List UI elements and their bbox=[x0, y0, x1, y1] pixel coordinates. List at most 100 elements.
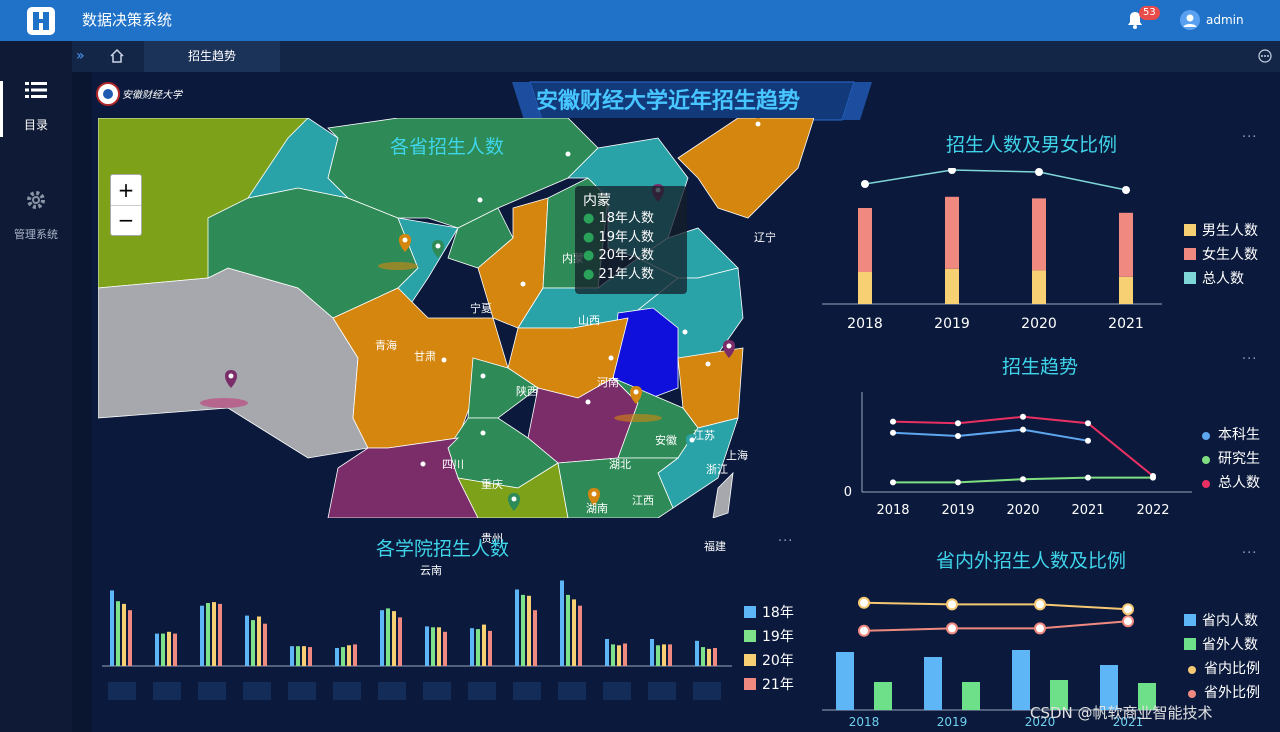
notification-badge: 53 bbox=[1139, 6, 1160, 20]
x-tick-label-blur bbox=[468, 682, 496, 700]
bar-female bbox=[1119, 212, 1133, 277]
map-label: 湖南 bbox=[586, 502, 608, 515]
legend-label: 省内人数 bbox=[1202, 613, 1258, 629]
app-logo-icon bbox=[27, 7, 55, 35]
map-pin-dot bbox=[591, 491, 597, 497]
legend-item[interactable]: 研究生 bbox=[1198, 448, 1260, 468]
point bbox=[1020, 413, 1026, 420]
map-pin-dot bbox=[402, 237, 408, 243]
bar-college bbox=[482, 624, 486, 666]
map-label: 青海 bbox=[375, 339, 397, 352]
chevron-right-icon[interactable]: » bbox=[76, 48, 85, 64]
app-root: 数据决策系统 53 admin 目录 管理系统 » 招生趋势 安徽财经大学近年招… bbox=[0, 0, 1280, 732]
point bbox=[955, 433, 961, 439]
legend-item[interactable]: 21年 bbox=[744, 674, 794, 694]
legend-item[interactable]: 省内人数 bbox=[1184, 610, 1258, 630]
map-glow-qinghai bbox=[378, 262, 418, 270]
username[interactable]: admin bbox=[1206, 13, 1244, 27]
legend-item[interactable]: 总人数 bbox=[1198, 472, 1260, 492]
point bbox=[1034, 598, 1046, 611]
map-pin-dot bbox=[705, 361, 711, 367]
legend-swatch bbox=[1184, 224, 1196, 236]
bar-college bbox=[251, 620, 255, 666]
map-pin-dot bbox=[228, 373, 234, 379]
bar-outside bbox=[874, 682, 892, 710]
point bbox=[1034, 622, 1046, 635]
gear-icon bbox=[27, 191, 45, 209]
chart-inout-more-button[interactable]: ··· bbox=[1242, 546, 1257, 561]
chart-total-more-button[interactable]: ··· bbox=[1242, 130, 1257, 145]
x-tick-label: 2020 bbox=[1021, 316, 1057, 332]
legend-swatch bbox=[1188, 666, 1196, 674]
bar-college bbox=[296, 646, 300, 666]
bar-college bbox=[623, 643, 627, 666]
point bbox=[1150, 473, 1156, 479]
x-tick-label-blur bbox=[423, 682, 451, 700]
legend-swatch bbox=[1188, 690, 1196, 698]
bar-college bbox=[128, 610, 132, 666]
legend-item[interactable]: 本科生 bbox=[1198, 424, 1260, 444]
legend-item[interactable]: 男生人数 bbox=[1184, 220, 1258, 240]
legend-label: 18年 bbox=[762, 605, 794, 621]
sidebar-item-label: 管理系统 bbox=[14, 228, 58, 241]
legend-swatch bbox=[1184, 614, 1196, 626]
chart-trend-title: 招生趋势 bbox=[1002, 356, 1079, 378]
legend-swatch bbox=[1184, 272, 1196, 284]
x-tick-label-blur bbox=[288, 682, 316, 700]
map-pin-dot bbox=[585, 399, 591, 405]
zoom-in-button[interactable]: + bbox=[111, 175, 141, 206]
x-tick-label: 2019 bbox=[937, 715, 968, 729]
bar-college bbox=[515, 589, 519, 666]
map-pin-dot bbox=[633, 389, 639, 395]
bar-college bbox=[707, 648, 711, 666]
point bbox=[1085, 474, 1091, 481]
bar-college bbox=[701, 647, 705, 666]
legend-item[interactable]: 省内比例 bbox=[1184, 658, 1260, 678]
bar-college bbox=[527, 595, 531, 666]
bar-college bbox=[713, 648, 717, 666]
chart-college-more-button[interactable]: ··· bbox=[778, 534, 793, 549]
chart-trend-svg: 0 2018 2019 2020 2021 2022 bbox=[844, 392, 1192, 518]
legend-item[interactable]: 18年 bbox=[744, 602, 794, 622]
chart-trend-more-button[interactable]: ··· bbox=[1242, 352, 1257, 367]
legend-label: 研究生 bbox=[1218, 451, 1260, 467]
legend-swatch bbox=[1202, 456, 1210, 464]
sidebar-item-admin[interactable]: 管理系统 bbox=[0, 189, 72, 242]
bar-college bbox=[263, 623, 267, 666]
x-tick-label: 2021 bbox=[1071, 503, 1104, 518]
bar-male bbox=[945, 268, 959, 304]
x-tick-label-blur bbox=[333, 682, 361, 700]
legend-item[interactable]: 20年 bbox=[744, 650, 794, 670]
x-tick-label: 2018 bbox=[847, 316, 883, 332]
zoom-out-button[interactable]: − bbox=[111, 206, 141, 236]
legend-swatch bbox=[744, 654, 756, 666]
bar-college bbox=[656, 645, 660, 666]
more-circle-icon[interactable] bbox=[1258, 49, 1272, 63]
tooltip-rows: ● 18年人数 ● 19年人数 ● 20年人数 ● 21年人数 bbox=[583, 211, 655, 282]
sidebar: 目录 管理系统 bbox=[0, 41, 72, 732]
legend-label: 男生人数 bbox=[1202, 223, 1258, 239]
home-icon[interactable] bbox=[110, 49, 124, 63]
bar-college bbox=[470, 628, 474, 666]
legend-item[interactable]: 女生人数 bbox=[1184, 244, 1258, 264]
sidebar-item-catalog[interactable]: 目录 bbox=[0, 81, 72, 133]
map-label: 宁夏 bbox=[470, 302, 492, 315]
bar-female bbox=[858, 208, 872, 272]
legend-swatch bbox=[744, 678, 756, 690]
bar-college bbox=[341, 647, 345, 666]
x-tick-label: 2018 bbox=[849, 715, 880, 729]
bar-outside bbox=[962, 682, 980, 710]
legend-item[interactable]: 总人数 bbox=[1184, 268, 1244, 288]
bar-college bbox=[290, 646, 294, 666]
map-label: 陕西 bbox=[516, 385, 538, 398]
legend-item[interactable]: 19年 bbox=[744, 626, 794, 646]
legend-item[interactable]: 省外比例 bbox=[1184, 682, 1260, 702]
bar-college bbox=[173, 633, 177, 666]
bar-college bbox=[560, 580, 564, 666]
point bbox=[946, 622, 958, 635]
x-tick-label: 2021 bbox=[1108, 316, 1144, 332]
avatar[interactable] bbox=[1180, 10, 1200, 30]
legend-item[interactable]: 省外人数 bbox=[1184, 634, 1258, 654]
bar-college bbox=[533, 610, 537, 666]
tab-enrollment-trend[interactable]: 招生趋势 bbox=[144, 41, 280, 72]
